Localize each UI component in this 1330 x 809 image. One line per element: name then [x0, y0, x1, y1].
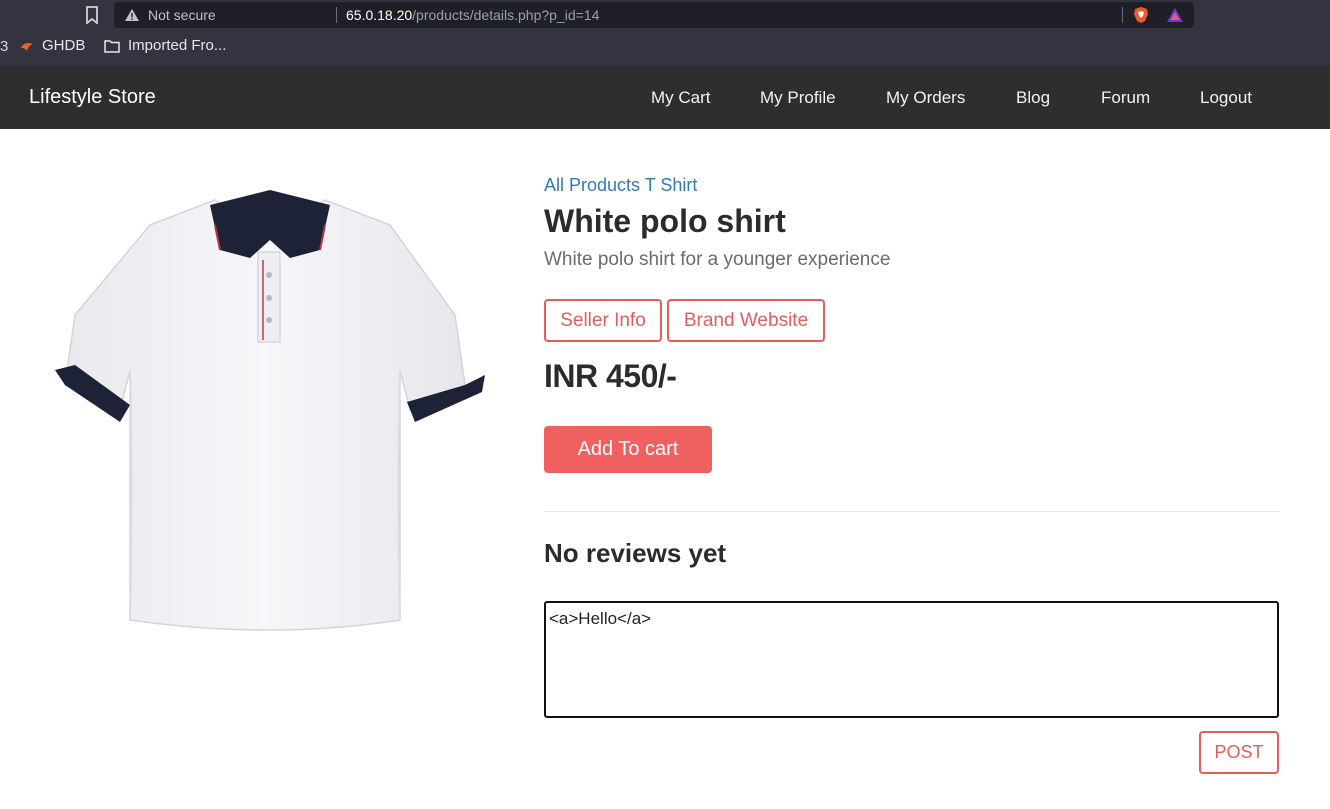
bookmark-ghdb[interactable]: GHDB — [20, 37, 85, 54]
review-textarea[interactable]: <a>Hello</a> — [544, 601, 1279, 718]
warning-icon — [125, 9, 139, 21]
product-title: White polo shirt — [544, 203, 786, 239]
bookmark-folder-imported[interactable]: Imported Fro... — [104, 37, 226, 54]
url-text[interactable]: 65.0.18.20/products/details.php?p_id=14 — [346, 7, 599, 23]
brave-shield-icon[interactable] — [1132, 6, 1150, 24]
browser-chrome: Not secure 65.0.18.20/products/details.p… — [0, 0, 1330, 66]
reviews-heading: No reviews yet — [544, 538, 727, 568]
nav-my-cart[interactable]: My Cart — [651, 88, 711, 108]
url-host: 65.0.18.20 — [346, 7, 413, 23]
url-separator — [336, 7, 337, 23]
product-image — [55, 190, 485, 631]
product-price: INR 450/- — [544, 358, 677, 394]
bookmark-edge-fragment: 3 — [0, 38, 9, 55]
nav-logout[interactable]: Logout — [1200, 88, 1252, 108]
bookmark-icon[interactable] — [84, 6, 100, 24]
site-navbar: Lifestyle Store My Cart My Profile My Or… — [0, 66, 1330, 129]
add-to-cart-button[interactable]: Add To cart — [544, 426, 712, 473]
seller-info-button[interactable]: Seller Info — [544, 299, 662, 342]
url-separator-right — [1122, 7, 1123, 23]
brand-website-button[interactable]: Brand Website — [667, 299, 825, 342]
nav-my-profile[interactable]: My Profile — [760, 88, 836, 108]
brave-rewards-icon[interactable] — [1166, 6, 1184, 24]
security-status[interactable]: Not secure — [148, 7, 216, 23]
breadcrumb[interactable]: All Products T Shirt — [544, 175, 697, 196]
address-bar[interactable]: Not secure 65.0.18.20/products/details.p… — [114, 2, 1194, 28]
nav-my-orders[interactable]: My Orders — [886, 88, 965, 108]
product-description: White polo shirt for a younger experienc… — [544, 249, 891, 270]
ghdb-icon — [21, 42, 33, 51]
brand-link[interactable]: Lifestyle Store — [29, 86, 156, 109]
url-path: /products/details.php?p_id=14 — [412, 7, 600, 23]
section-divider — [544, 511, 1279, 512]
post-review-button[interactable]: POST — [1199, 731, 1279, 774]
nav-forum[interactable]: Forum — [1101, 88, 1150, 108]
folder-icon — [104, 39, 120, 53]
bookmark-label: GHDB — [42, 37, 86, 54]
bookmark-label: Imported Fro... — [128, 37, 227, 54]
nav-blog[interactable]: Blog — [1016, 88, 1050, 108]
